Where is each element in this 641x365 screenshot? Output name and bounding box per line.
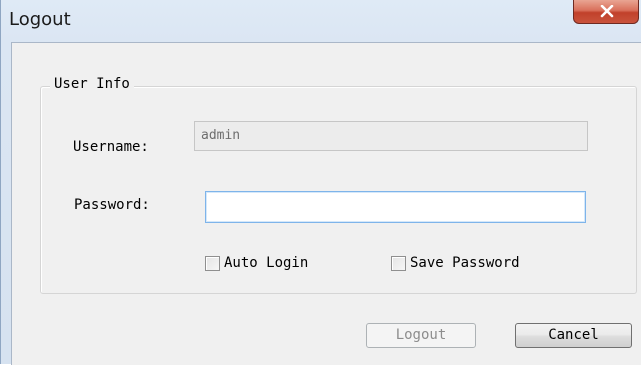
close-x-icon — [600, 5, 614, 18]
cancel-button[interactable]: Cancel — [515, 323, 632, 348]
user-info-groupbox — [40, 86, 637, 294]
save-password-checkbox-box[interactable] — [391, 255, 406, 271]
logout-button[interactable]: Logout — [366, 323, 476, 348]
auto-login-label[interactable]: Auto Login — [224, 255, 308, 271]
dialog-client-area: User Info Username: admin Password: Auto… — [11, 42, 641, 365]
auto-login-checkbox-box[interactable] — [205, 255, 220, 271]
password-field[interactable] — [205, 191, 586, 223]
username-field: admin — [194, 121, 588, 151]
title-bar[interactable]: Logout — [1, 0, 641, 42]
save-password-checkbox[interactable]: Save Password — [391, 255, 520, 271]
logout-dialog-window: Logout User Info Username: admin Passwor… — [0, 0, 641, 365]
username-label: Username: — [73, 139, 149, 155]
close-button[interactable] — [573, 0, 639, 24]
window-title: Logout — [9, 9, 71, 30]
save-password-label[interactable]: Save Password — [410, 255, 520, 271]
password-label: Password: — [74, 197, 150, 213]
auto-login-checkbox[interactable]: Auto Login — [205, 255, 308, 271]
user-info-group-title: User Info — [50, 76, 134, 92]
